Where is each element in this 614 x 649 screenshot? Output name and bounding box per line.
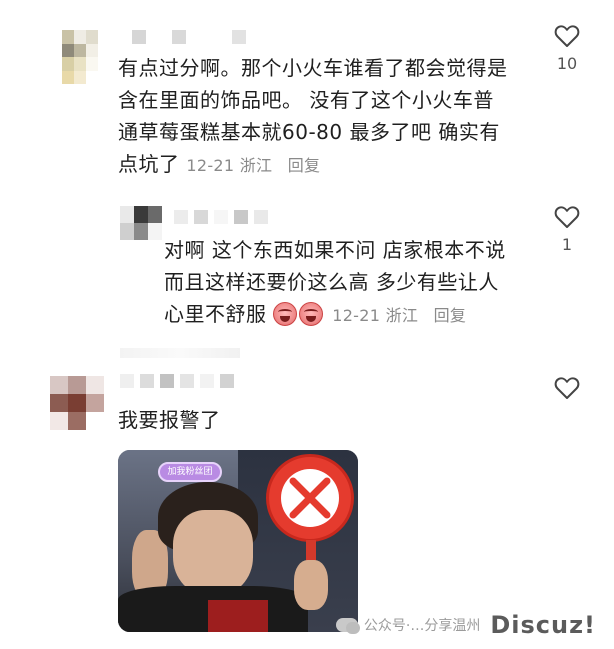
comment-line: 心里不舒服 <box>164 302 267 326</box>
crying-emoji-icon <box>299 302 324 326</box>
heart-icon <box>554 25 580 47</box>
heart-icon <box>554 377 580 399</box>
comment-line-with-meta: 心里不舒服 12-21 浙江 回复 <box>164 298 544 332</box>
red-x-sign-icon <box>266 454 354 542</box>
comment-location: 浙江 <box>385 306 419 325</box>
comment-date: 12-21 <box>332 306 381 325</box>
watermark-text: 公众号·…分享温州 <box>363 618 481 634</box>
avatar[interactable] <box>50 376 104 430</box>
comment-location: 浙江 <box>239 156 273 175</box>
meme-badge: 加我粉丝团 <box>158 462 222 482</box>
like-button[interactable] <box>547 376 587 400</box>
comment-line: 我要报警了 <box>118 408 221 432</box>
comment-text: 我要报警了 <box>118 404 418 436</box>
discuz-logo: Discuz! <box>486 611 600 639</box>
watermark: 公众号·…分享温州 Discuz! <box>335 611 600 639</box>
like-button[interactable]: 1 <box>547 205 587 254</box>
reply-button[interactable]: 回复 <box>434 306 467 325</box>
comment-line: 通草莓蛋糕基本就60-80 最多了吧 确实有 <box>118 120 500 144</box>
comment-meta: 12-21 浙江 回复 <box>332 306 466 325</box>
comment-line: 对啊 这个东西如果不问 店家根本不说 <box>164 238 506 262</box>
comment-thread: 有点过分啊。那个小火车谁看了都会觉得是 含在里面的饰品吧。 没有了这个小火车普 … <box>0 0 614 649</box>
avatar[interactable] <box>120 206 162 240</box>
avatar[interactable] <box>62 30 98 84</box>
comment-line: 而且这样还要价这么高 多少有些让人 <box>164 270 499 294</box>
heart-icon <box>554 206 580 228</box>
comment-meta: 12-21 浙江 回复 <box>186 156 320 175</box>
cross-icon <box>289 477 331 519</box>
meme-image[interactable]: 加我粉丝团 <box>118 450 358 632</box>
reply-button[interactable]: 回复 <box>288 156 321 175</box>
wechat-icon <box>335 618 360 634</box>
username-mosaic[interactable] <box>174 210 268 224</box>
comment-line-with-meta: 点坑了 12-21 浙江 回复 <box>118 148 548 182</box>
username-mosaic[interactable] <box>120 374 234 388</box>
comment-line: 含在里面的饰品吧。 没有了这个小火车普 <box>118 88 494 112</box>
comment-text: 有点过分啊。那个小火车谁看了都会觉得是 含在里面的饰品吧。 没有了这个小火车普 … <box>118 52 548 182</box>
crying-emoji-icon <box>273 302 298 326</box>
like-count: 1 <box>561 235 573 254</box>
comment-line: 有点过分啊。那个小火车谁看了都会觉得是 <box>118 56 508 80</box>
like-count: 10 <box>556 54 578 73</box>
like-button[interactable]: 10 <box>547 24 587 73</box>
collapsed-replies-divider <box>120 348 240 358</box>
comment-line: 点坑了 <box>118 152 180 176</box>
username-mosaic[interactable] <box>132 30 246 44</box>
comment-date: 12-21 <box>186 156 235 175</box>
reply-text: 对啊 这个东西如果不问 店家根本不说 而且这样还要价这么高 多少有些让人 心里不… <box>164 234 544 332</box>
